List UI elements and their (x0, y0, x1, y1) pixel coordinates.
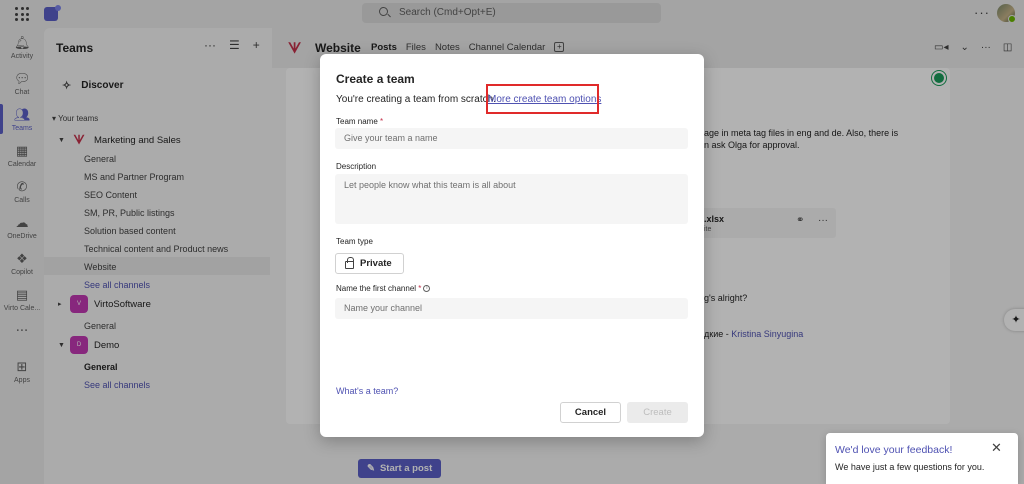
team-type-label: Team type (336, 237, 373, 246)
feedback-toast: We'd love your feedback! We have just a … (826, 433, 1018, 484)
toast-body: We have just a few questions for you. (835, 462, 985, 472)
label-text: Team name (336, 117, 378, 126)
required-mark: * (380, 117, 384, 126)
dialog-subtitle: You're creating a team from scratch. (336, 94, 496, 105)
lock-icon (345, 257, 354, 269)
team-name-label: Team name * (336, 117, 383, 126)
team-type-value: Private (360, 258, 392, 269)
whats-a-team-link[interactable]: What's a team? (336, 386, 398, 396)
dialog-title: Create a team (336, 72, 415, 86)
highlight-annotation (486, 84, 599, 114)
cancel-button[interactable]: Cancel (560, 402, 621, 423)
description-textarea[interactable]: Let people know what this team is all ab… (335, 174, 688, 224)
toast-title[interactable]: We'd love your feedback! (835, 444, 952, 456)
team-type-select[interactable]: Private (335, 253, 404, 274)
label-text: Name the first channel (336, 284, 417, 293)
channel-name-label: Name the first channel * i (336, 284, 431, 293)
description-label: Description (336, 162, 377, 171)
team-name-input[interactable]: Give your team a name (335, 128, 688, 149)
close-icon[interactable]: ✕ (991, 441, 1002, 456)
info-icon[interactable]: i (423, 285, 431, 293)
required-mark: * (418, 284, 422, 293)
channel-name-input[interactable]: Name your channel (335, 298, 688, 319)
create-team-dialog: Create a team You're creating a team fro… (320, 54, 704, 437)
create-button[interactable]: Create (627, 402, 688, 423)
